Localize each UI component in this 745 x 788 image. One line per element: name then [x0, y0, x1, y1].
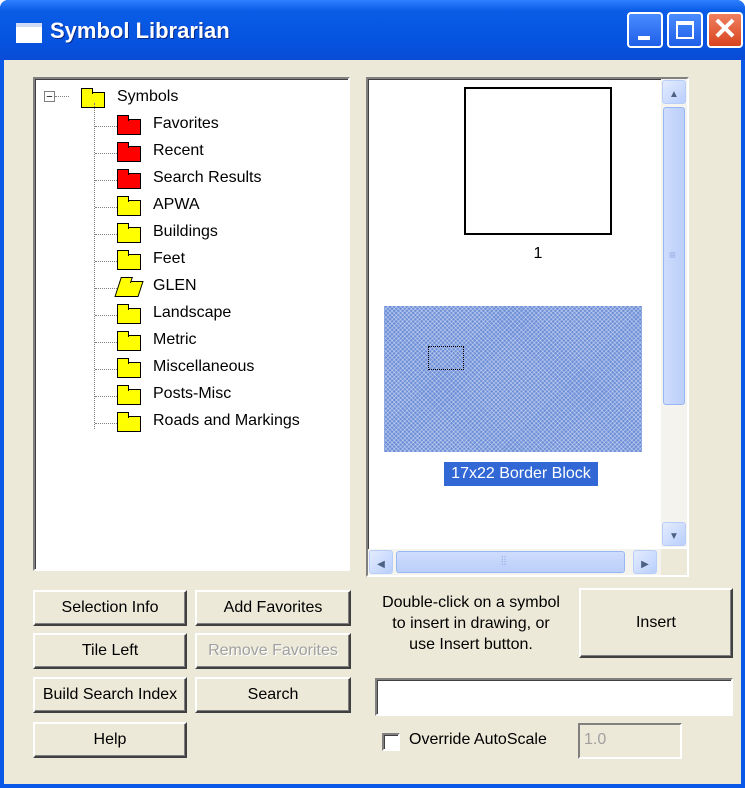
folder-icon — [117, 358, 141, 378]
window-app-icon — [16, 23, 42, 43]
override-autoscale-checkbox[interactable] — [382, 733, 400, 751]
border-block-preview — [428, 346, 464, 370]
vertical-scroll-thumb[interactable]: ≡ — [663, 107, 685, 405]
search-input[interactable] — [375, 678, 733, 716]
folder-icon — [117, 115, 141, 135]
symbol-preview-pane[interactable]: 1 17x22 Border Block ▲ ≡ ▼ ◀ ⦙⦙ ▶ — [366, 77, 689, 577]
horizontal-scroll-thumb[interactable]: ⦙⦙ — [396, 551, 625, 573]
add-favorites-button[interactable]: Add Favorites — [195, 590, 351, 626]
insert-instructions: Double-click on a symbol to insert in dr… — [366, 592, 576, 655]
build-search-index-button[interactable]: Build Search Index — [33, 677, 187, 713]
symbol-librarian-window: Symbol Librarian ✕ − Symbols Favorites Re… — [0, 0, 745, 788]
folder-icon — [117, 412, 141, 432]
override-autoscale-label[interactable]: Override AutoScale — [409, 731, 547, 749]
symbol-thumbnail-selected[interactable] — [384, 306, 642, 452]
chevron-left-icon: ◀ — [377, 559, 385, 570]
folder-icon — [117, 304, 141, 324]
tree-item-label: Symbols — [117, 88, 179, 105]
folder-icon — [117, 196, 141, 216]
tree-item-label: Feet — [153, 250, 186, 267]
symbol-caption-selected[interactable]: 17x22 Border Block — [444, 462, 598, 486]
close-icon: ✕ — [712, 13, 738, 46]
scroll-left-button[interactable]: ◀ — [369, 550, 393, 574]
tree-item[interactable]: Feet — [35, 247, 335, 273]
dialog-client-area: − Symbols Favorites Recent Search Results A… — [4, 60, 741, 784]
tree-item-label: Buildings — [153, 223, 218, 240]
chevron-down-icon: ▼ — [669, 531, 679, 542]
tree-item[interactable]: Posts-Misc — [35, 382, 335, 408]
symbol-caption[interactable]: 1 — [498, 245, 578, 263]
tile-left-button[interactable]: Tile Left — [33, 633, 187, 669]
tree-item[interactable]: Metric — [35, 328, 335, 354]
tree-item-label: Landscape — [153, 304, 232, 321]
close-button[interactable]: ✕ — [707, 12, 743, 48]
instruction-line: use Insert button. — [409, 636, 533, 653]
horizontal-scrollbar[interactable]: ◀ ⦙⦙ ▶ — [368, 549, 661, 575]
tree-item-label: Roads and Markings — [153, 412, 300, 429]
instruction-line: Double-click on a symbol — [382, 594, 560, 611]
tree-item[interactable]: Landscape — [35, 301, 335, 327]
tree-item[interactable]: Favorites — [35, 112, 335, 138]
tree-item-label: GLEN — [153, 277, 197, 294]
search-button[interactable]: Search — [195, 677, 351, 713]
maximize-button[interactable] — [667, 12, 703, 48]
title-bar[interactable]: Symbol Librarian ✕ — [0, 0, 745, 60]
window-title: Symbol Librarian — [50, 18, 230, 43]
grip-icon: ≡ — [669, 248, 677, 262]
minimize-icon — [638, 36, 650, 40]
folder-icon — [117, 331, 141, 351]
symbol-library-tree[interactable]: − Symbols Favorites Recent Search Results A… — [33, 77, 350, 571]
folder-icon — [117, 385, 141, 405]
chevron-right-icon: ▶ — [641, 559, 649, 570]
tree-item[interactable]: Miscellaneous — [35, 355, 335, 381]
instruction-line: to insert in drawing, or — [392, 615, 550, 632]
grip-icon: ⦙⦙ — [501, 554, 507, 568]
folder-icon — [117, 250, 141, 270]
tree-item-label: Posts-Misc — [153, 385, 232, 402]
folder-icon — [117, 169, 141, 189]
tree-item-label: Miscellaneous — [153, 358, 255, 375]
scroll-up-button[interactable]: ▲ — [662, 80, 686, 104]
tree-item-label: Metric — [153, 331, 197, 348]
tree-item-label: APWA — [153, 196, 200, 213]
chevron-up-icon: ▲ — [669, 89, 679, 100]
folder-icon — [117, 142, 141, 162]
tree-item[interactable]: APWA — [35, 193, 335, 219]
selection-info-button[interactable]: Selection Info — [33, 590, 187, 626]
open-folder-icon — [114, 281, 144, 297]
folder-icon — [117, 223, 141, 243]
symbol-thumbnail[interactable] — [464, 87, 612, 235]
minimize-button[interactable] — [627, 12, 663, 48]
tree-item[interactable]: GLEN — [35, 274, 335, 300]
folder-icon — [81, 88, 105, 108]
tree-item[interactable]: Buildings — [35, 220, 335, 246]
help-button[interactable]: Help — [33, 722, 187, 758]
scroll-down-button[interactable]: ▼ — [662, 522, 686, 546]
maximize-icon — [676, 21, 694, 39]
tree-item[interactable]: Search Results — [35, 166, 335, 192]
insert-button[interactable]: Insert — [579, 588, 733, 658]
scrollbar-corner — [661, 549, 687, 575]
tree-item-label: Search Results — [153, 169, 262, 186]
tree-item-label: Recent — [153, 142, 204, 159]
tree-root-symbols[interactable]: Symbols — [35, 85, 335, 111]
scroll-right-button[interactable]: ▶ — [633, 550, 657, 574]
remove-favorites-button[interactable]: Remove Favorites — [195, 633, 351, 669]
tree-item-label: Favorites — [153, 115, 219, 132]
tree-item[interactable]: Recent — [35, 139, 335, 165]
tree-item[interactable]: Roads and Markings — [35, 409, 335, 435]
vertical-scrollbar[interactable]: ▲ ≡ ▼ — [661, 79, 687, 547]
autoscale-value-field: 1.0 — [578, 723, 682, 759]
